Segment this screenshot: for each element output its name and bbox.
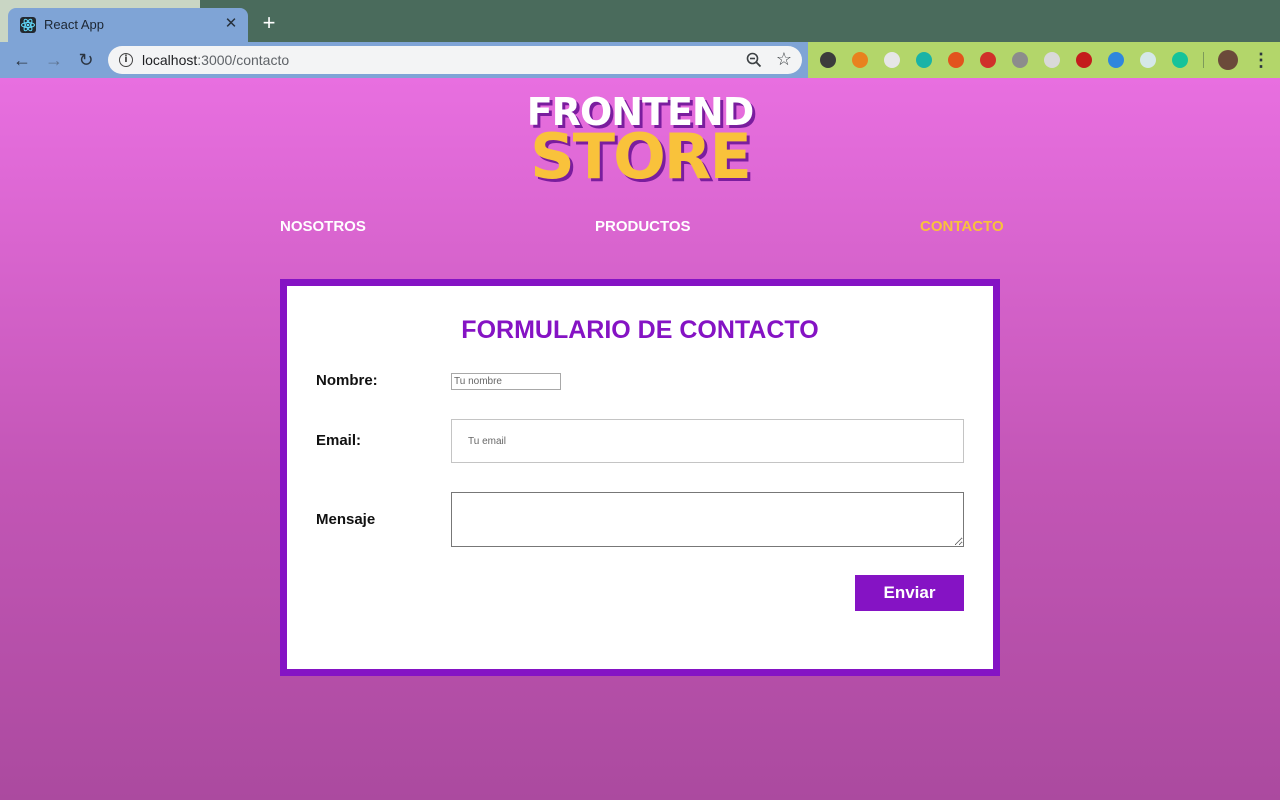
browser-toolbar: ← → ↻ i localhost:3000/contacto ☆ ⋮ bbox=[0, 42, 1280, 78]
iq-extension-icon[interactable] bbox=[1108, 52, 1124, 68]
browser-menu-icon[interactable]: ⋮ bbox=[1252, 50, 1270, 70]
name-input[interactable] bbox=[451, 373, 561, 390]
browser-tabstrip: React App ✕ + bbox=[0, 0, 1280, 42]
grammarly-extension-icon[interactable] bbox=[1172, 52, 1188, 68]
contact-form: FORMULARIO DE CONTACTO Nombre: Email: Me… bbox=[280, 279, 1000, 676]
nav-link-nosotros[interactable]: NOSOTROS bbox=[280, 218, 366, 235]
name-label: Nombre: bbox=[316, 372, 378, 389]
reload-button[interactable]: ↻ bbox=[74, 48, 98, 72]
logo-bottom-text: STORE bbox=[530, 120, 752, 193]
back-button[interactable]: ← bbox=[10, 48, 34, 72]
new-tab-button[interactable]: + bbox=[258, 12, 280, 34]
nav-link-contacto[interactable]: CONTACTO bbox=[920, 218, 1004, 235]
message-textarea[interactable] bbox=[451, 492, 964, 547]
submit-button[interactable]: Enviar bbox=[855, 575, 964, 611]
email-input[interactable] bbox=[451, 419, 964, 463]
page-body: FRONTEND STORE NOSOTROS PRODUCTOS CONTAC… bbox=[0, 78, 1280, 800]
store-logo: FRONTEND STORE bbox=[480, 92, 800, 192]
forward-button[interactable]: → bbox=[42, 48, 66, 72]
address-bar[interactable]: i localhost:3000/contacto ☆ bbox=[108, 46, 802, 74]
m-extension-icon[interactable] bbox=[916, 52, 932, 68]
close-tab-icon[interactable]: ✕ bbox=[222, 15, 240, 33]
react-favicon-icon bbox=[20, 17, 36, 33]
toolbar-divider bbox=[1203, 52, 1204, 68]
circle-extension-icon[interactable] bbox=[884, 52, 900, 68]
grid-extension-icon[interactable] bbox=[980, 52, 996, 68]
tab-title: React App bbox=[44, 17, 104, 32]
profile-avatar[interactable] bbox=[1218, 50, 1238, 70]
target-extension-icon[interactable] bbox=[1044, 52, 1060, 68]
vue-extension-icon[interactable] bbox=[1012, 52, 1028, 68]
cors-extension-icon[interactable] bbox=[1076, 52, 1092, 68]
zoom-icon[interactable] bbox=[746, 52, 762, 68]
react-extension-icon[interactable] bbox=[1140, 52, 1156, 68]
metamask-extension-icon[interactable] bbox=[852, 52, 868, 68]
email-label: Email: bbox=[316, 432, 362, 449]
browser-tab[interactable]: React App ✕ bbox=[8, 8, 248, 42]
bookmark-star-icon[interactable]: ☆ bbox=[776, 49, 792, 69]
eyedropper-extension-icon[interactable] bbox=[820, 52, 836, 68]
nav-link-productos[interactable]: PRODUCTOS bbox=[595, 218, 691, 235]
site-info-icon[interactable]: i bbox=[119, 53, 133, 67]
main-navigation: NOSOTROS PRODUCTOS CONTACTO bbox=[280, 218, 1004, 238]
form-title: FORMULARIO DE CONTACTO bbox=[461, 316, 819, 344]
url-text[interactable]: localhost:3000/contacto bbox=[142, 52, 289, 68]
fire-extension-icon[interactable] bbox=[948, 52, 964, 68]
message-label: Mensaje bbox=[316, 511, 376, 528]
